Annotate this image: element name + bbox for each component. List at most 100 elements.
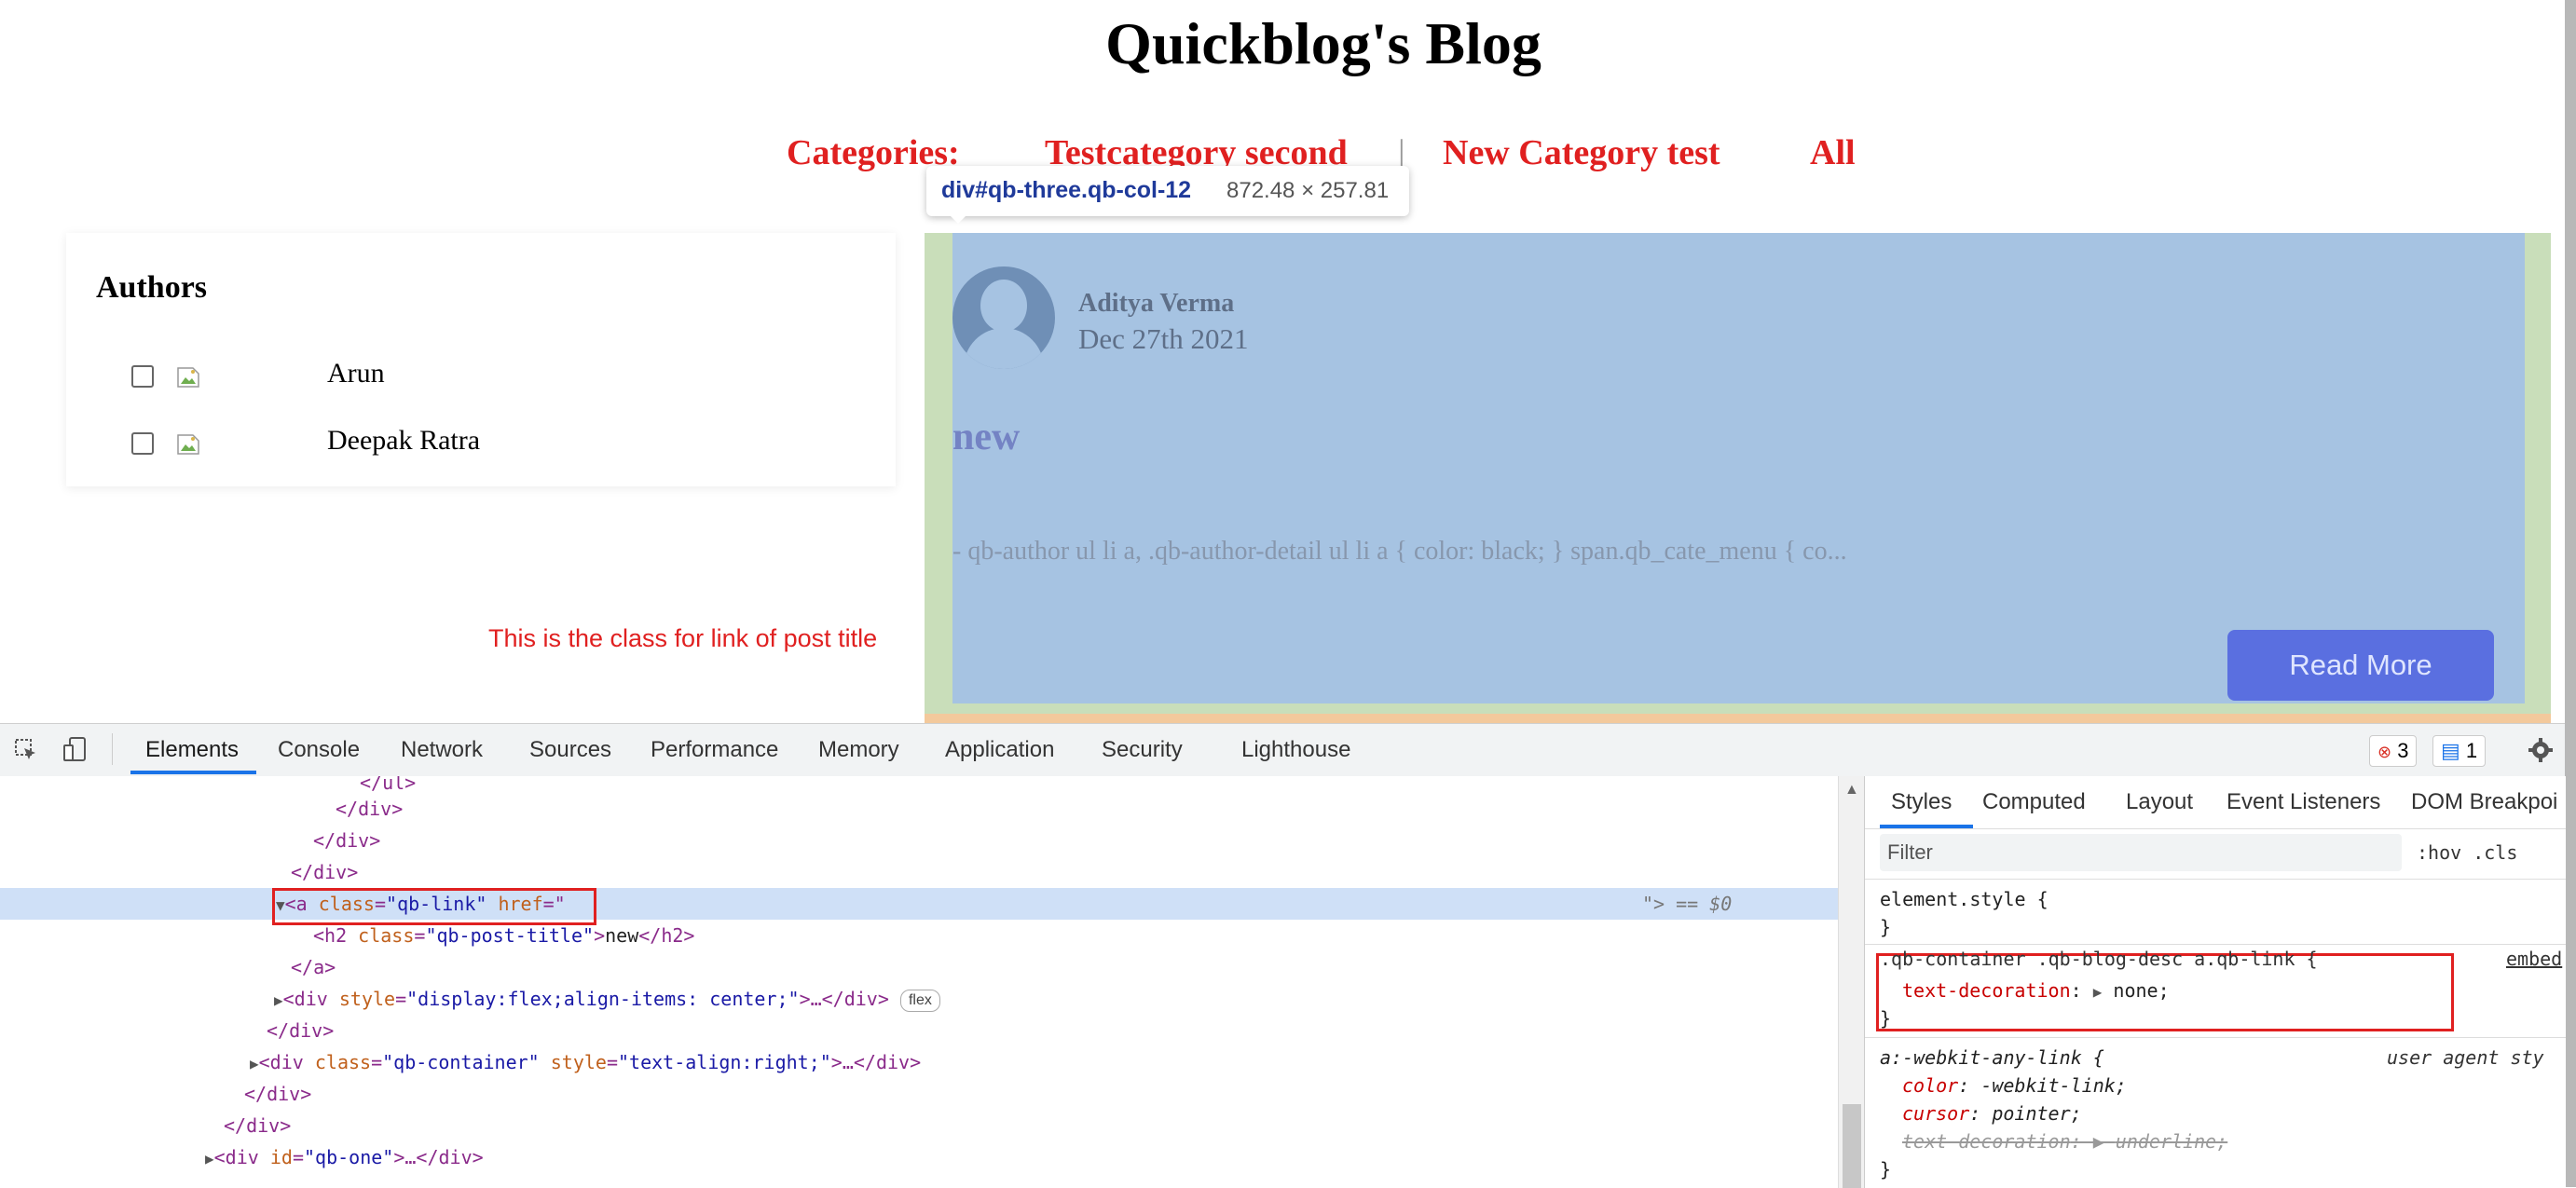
css-prop: text-decoration [1902, 1130, 2071, 1153]
read-more-button[interactable]: Read More [2227, 630, 2494, 701]
error-icon: ⊗ [2377, 743, 2392, 761]
annotation-note: This is the class for link of post title [488, 624, 878, 652]
authors-card: Authors Arun Deepak Ratra [66, 233, 896, 486]
css-value: none; [2113, 979, 2170, 1002]
tab-network[interactable]: Network [401, 737, 483, 763]
dom-line[interactable]: </div> [0, 856, 1838, 888]
expand-triangle-icon[interactable]: ▶ [205, 1150, 214, 1168]
dom-eq: = [395, 988, 407, 1010]
tab-console[interactable]: Console [278, 737, 360, 763]
dom-line[interactable]: ▶<div class="qb-container" style="text-a… [0, 1046, 1838, 1078]
dom-line[interactable]: </div> [0, 825, 1838, 856]
dom-line[interactable]: </div> [0, 1110, 1838, 1141]
flex-badge[interactable]: flex [899, 989, 940, 1012]
css-value: -webkit-link; [1980, 1074, 2127, 1097]
tab-computed[interactable]: Computed [1982, 789, 2086, 815]
dom-eq: = [606, 1051, 618, 1073]
dom-attr-name: class [358, 924, 415, 947]
device-toolbar-icon[interactable] [62, 735, 89, 763]
styles-pane: Styles Computed Layout Event Listeners D… [1864, 776, 2566, 1188]
dom-attr-name: class [314, 1051, 372, 1073]
dom-line-selected[interactable]: ▼<a class="qb-link" href=" "> == $0 [0, 888, 1838, 925]
dom-line[interactable]: </a> [0, 951, 1838, 983]
dom-attr-name: id [269, 1146, 293, 1168]
dom-line[interactable]: ▶<div id="qb-one">…</div> [0, 1141, 1838, 1173]
dom-attr-value: "qb-container" [382, 1051, 540, 1073]
expand-triangle-icon[interactable]: ▶ [250, 1055, 259, 1072]
author-checkbox[interactable] [131, 432, 154, 455]
tab-dom-breakpoints[interactable]: DOM Breakpoi [2411, 789, 2557, 815]
dom-closing-tag: </div> [291, 861, 359, 883]
css-value: underline; [2115, 1130, 2228, 1153]
author-checkbox[interactable] [131, 365, 154, 388]
message-count-badge[interactable]: ▤ 1 [2432, 735, 2487, 767]
devtools-tabbar: Elements Console Network Sources Perform… [0, 724, 2565, 777]
dom-eq: = [414, 924, 426, 947]
dom-attr-value: "text-align:right;" [618, 1051, 831, 1073]
category-link-all[interactable]: All [1810, 132, 1856, 173]
dom-closing-tag: </div> [267, 1019, 335, 1042]
dom-tag: > [594, 924, 606, 947]
styles-filter-input[interactable]: Filter [1880, 834, 2402, 871]
dom-attr-name: style [539, 1051, 607, 1073]
dom-scrollbar[interactable]: ▲ [1838, 776, 1865, 1188]
styles-active-indicator [1880, 825, 1973, 828]
settings-gear-icon[interactable] [2528, 737, 2554, 763]
rule2-declaration[interactable]: cursor: pointer; [1902, 1102, 2082, 1125]
dom-attr-value: "display:flex;align-items: center;" [406, 988, 800, 1010]
post-title-link[interactable]: new [952, 415, 1020, 459]
broken-image-icon [177, 367, 199, 388]
author-avatar-icon [952, 266, 1055, 369]
tab-elements[interactable]: Elements [145, 737, 239, 763]
tooltip-selector: div#qb-three.qb-col-12 [941, 177, 1192, 203]
tab-application[interactable]: Application [945, 737, 1054, 763]
dom-tag: </h2> [638, 924, 695, 947]
hov-cls-buttons[interactable]: :hov .cls [2417, 841, 2517, 864]
tooltip-dimensions: 872.48 × 257.81 [1226, 178, 1390, 203]
category-link-new-category-test[interactable]: New Category test [1443, 132, 1720, 173]
dom-closing-tag: </a> [291, 956, 336, 978]
post-excerpt: - qb-author ul li a, .qb-author-detail u… [952, 537, 1847, 566]
dom-tag: <div [282, 988, 339, 1010]
tab-sources[interactable]: Sources [529, 737, 611, 763]
dom-closing-tag: </div> [224, 1114, 292, 1137]
scroll-up-arrow-icon[interactable]: ▲ [1844, 782, 1859, 799]
dom-tag: >…</div> [393, 1146, 484, 1168]
tab-security[interactable]: Security [1102, 737, 1183, 763]
dom-closing-tag: </ul> [360, 776, 417, 794]
dom-line[interactable]: </div> [0, 1078, 1838, 1110]
active-tab-indicator [130, 771, 256, 774]
scrollbar-thumb[interactable] [1843, 1104, 1861, 1188]
broken-image-icon [177, 434, 199, 455]
dom-tag: <div [258, 1051, 315, 1073]
dom-line[interactable]: </div> [0, 1015, 1838, 1046]
tab-event-listeners[interactable]: Event Listeners [2227, 789, 2380, 815]
dom-eq: = [292, 1146, 304, 1168]
tab-styles[interactable]: Styles [1891, 789, 1952, 815]
expand-triangle-icon[interactable]: ▶ [274, 991, 283, 1009]
rule1-source[interactable]: embed [2506, 948, 2562, 970]
page-scrollbar[interactable] [2565, 0, 2576, 1187]
dom-attr-name: style [338, 988, 396, 1010]
expand-triangle-icon[interactable]: ▶ [2093, 983, 2103, 1001]
inspect-element-icon[interactable] [13, 737, 39, 763]
dom-closing-tag: </div> [313, 829, 381, 852]
css-prop: color [1902, 1074, 1959, 1097]
rule1-selector: .qb-container .qb-blog-desc a.qb-link { [1880, 948, 2318, 970]
tab-memory[interactable]: Memory [818, 737, 899, 763]
dom-line[interactable]: ▶<div style="display:flex;align-items: c… [0, 983, 1838, 1015]
tab-lighthouse[interactable]: Lighthouse [1241, 737, 1350, 763]
tab-performance[interactable]: Performance [651, 737, 778, 763]
tab-layout[interactable]: Layout [2126, 789, 2193, 815]
dom-line[interactable]: </div> [0, 793, 1838, 825]
error-count-badge[interactable]: ⊗ 3 [2369, 735, 2418, 767]
dom-tag: <div [213, 1146, 270, 1168]
rule2-declaration[interactable]: color: -webkit-link; [1902, 1074, 2127, 1097]
dom-line[interactable]: <h2 class="qb-post-title">new</h2> [0, 920, 1838, 951]
dom-text: new [605, 924, 639, 947]
dom-attr-value: "qb-one" [304, 1146, 394, 1168]
rule2-selector: a:-webkit-any-link { [1880, 1046, 2104, 1069]
css-prop: cursor [1902, 1102, 1970, 1125]
rule2-declaration-overridden[interactable]: text-decoration: ▶ underline; [1902, 1130, 2227, 1153]
rule1-declaration[interactable]: text-decoration: ▶ none; [1902, 979, 2170, 1002]
